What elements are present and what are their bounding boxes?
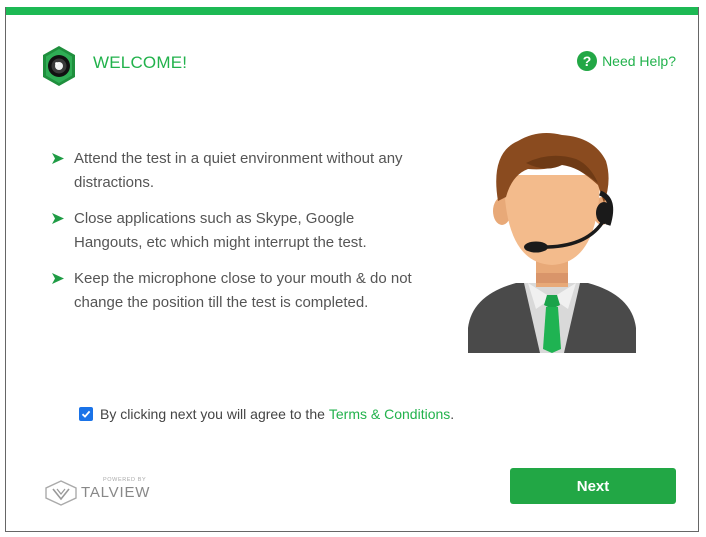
agreement-text: By clicking next you will agree to the [100, 406, 325, 422]
brand-name: TALVIEW [81, 484, 151, 501]
camera-lens-logo-icon [43, 46, 75, 86]
instruction-item: Close applications such as Skype, Google… [52, 207, 422, 255]
talview-logo-icon [45, 480, 77, 506]
terms-checkbox[interactable] [79, 407, 93, 421]
instruction-text: Attend the test in a quiet environment w… [74, 150, 403, 191]
terms-link[interactable]: Terms & Conditions [329, 406, 450, 422]
checkmark-icon [81, 410, 91, 418]
powered-by-brand: POWERED BY TALVIEW [44, 477, 151, 506]
instruction-item: Attend the test in a quiet environment w… [52, 147, 422, 195]
instruction-list: Attend the test in a quiet environment w… [52, 147, 422, 327]
arrow-bullet-icon [52, 153, 64, 164]
need-help-label[interactable]: Need Help? [602, 53, 676, 69]
headset-operator-illustration [468, 133, 636, 353]
instruction-item: Keep the microphone close to your mouth … [52, 267, 422, 315]
arrow-bullet-icon [52, 273, 64, 284]
terms-agreement: By clicking next you will agree to the T… [79, 406, 454, 422]
powered-by-label: POWERED BY [103, 477, 147, 483]
agreement-suffix: . [450, 406, 455, 422]
next-button[interactable]: Next [510, 468, 676, 504]
instruction-text: Close applications such as Skype, Google… [74, 210, 367, 251]
question-circle-icon[interactable]: ? [577, 51, 598, 71]
top-accent-bar [6, 7, 698, 15]
arrow-bullet-icon [52, 213, 64, 224]
page-title: WELCOME! [93, 53, 188, 72]
instruction-text: Keep the microphone close to your mouth … [74, 270, 412, 311]
welcome-dialog: WELCOME! ? Need Help? Attend the test in… [5, 7, 699, 532]
need-help-link[interactable]: ? Need Help? [577, 51, 676, 71]
